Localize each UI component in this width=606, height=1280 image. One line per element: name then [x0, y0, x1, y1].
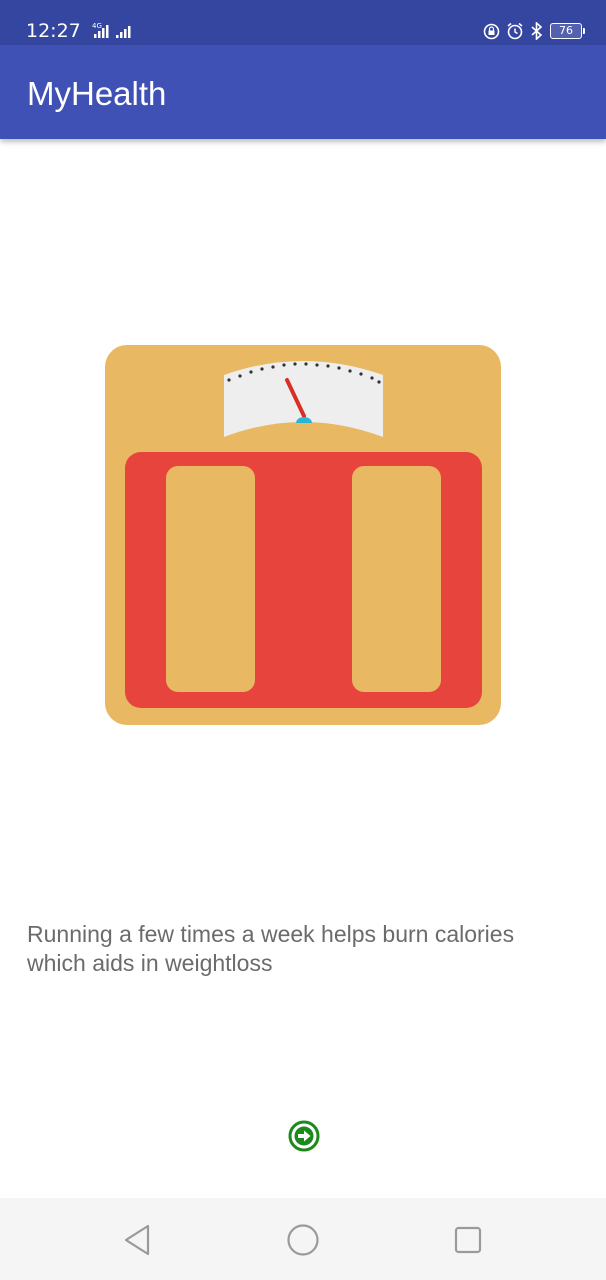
app-bar: MyHealth — [0, 45, 606, 139]
lock-rotation-icon — [483, 23, 500, 39]
status-bar: 12:27 4G 76 — [0, 0, 606, 45]
foot-pad-left — [166, 466, 255, 692]
health-tip-text: Running a few times a week helps burn ca… — [27, 921, 515, 976]
alarm-icon — [507, 22, 523, 40]
network-type-label: 4G — [92, 22, 102, 30]
battery-icon: 76 — [550, 23, 585, 39]
bluetooth-icon — [531, 22, 543, 40]
signal-icon: 4G — [92, 22, 131, 38]
status-time: 12:27 — [26, 20, 81, 42]
navigation-bar — [0, 1198, 606, 1280]
status-icons: 76 — [483, 20, 585, 42]
weighing-scale-illustration — [105, 345, 501, 725]
app-title: MyHealth — [27, 75, 167, 112]
back-icon[interactable] — [116, 1218, 160, 1262]
next-button[interactable] — [287, 1119, 321, 1153]
home-icon[interactable] — [281, 1218, 325, 1262]
arrow-right-circle-icon — [288, 1120, 320, 1152]
foot-pad-right — [352, 466, 441, 692]
recents-icon[interactable] — [446, 1218, 490, 1262]
